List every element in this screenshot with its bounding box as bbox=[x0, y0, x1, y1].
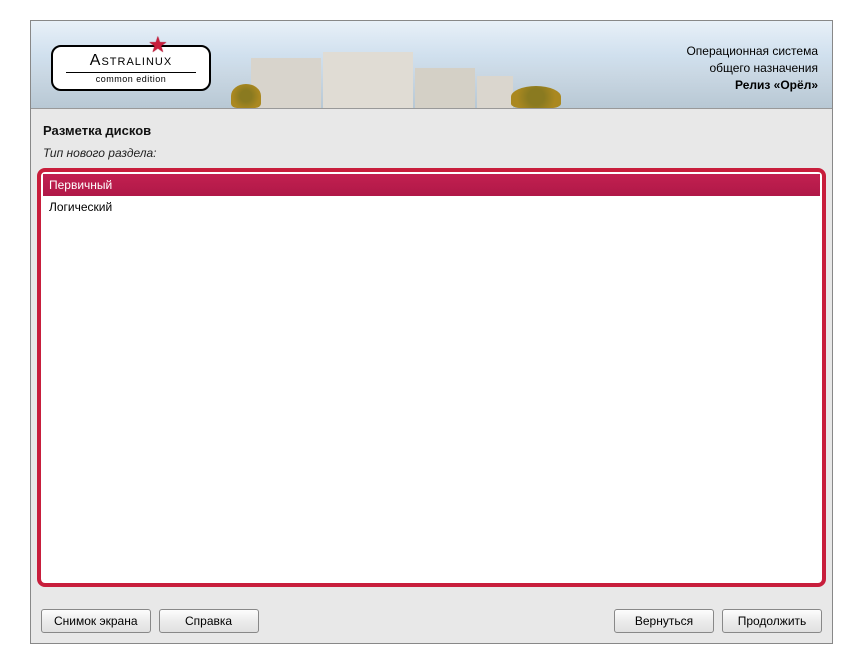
screenshot-button[interactable]: Снимок экрана bbox=[41, 609, 151, 633]
spacer bbox=[267, 609, 606, 633]
page-title: Разметка дисков bbox=[43, 123, 820, 138]
banner-line1: Операционная система bbox=[686, 43, 818, 60]
continue-button[interactable]: Продолжить bbox=[722, 609, 822, 633]
list-filler bbox=[43, 218, 820, 581]
logo-edition: common edition bbox=[66, 72, 196, 84]
astralinux-logo: ★ Astralinux common edition bbox=[51, 45, 211, 91]
banner: ★ Astralinux common edition Операционная… bbox=[31, 21, 832, 109]
option-logical[interactable]: Логический bbox=[43, 196, 820, 218]
partition-type-list: Первичный Логический bbox=[37, 168, 826, 587]
installer-window: ★ Astralinux common edition Операционная… bbox=[30, 20, 833, 644]
button-bar: Снимок экрана Справка Вернуться Продолжи… bbox=[31, 603, 832, 643]
banner-line3: Релиз «Орёл» bbox=[686, 77, 818, 94]
city-skyline bbox=[231, 48, 532, 108]
back-button[interactable]: Вернуться bbox=[614, 609, 714, 633]
banner-line2: общего назначения bbox=[686, 60, 818, 77]
star-icon: ★ bbox=[148, 32, 168, 58]
content-area: Разметка дисков Тип нового раздела: Перв… bbox=[31, 109, 832, 603]
option-primary[interactable]: Первичный bbox=[43, 174, 820, 196]
help-button[interactable]: Справка bbox=[159, 609, 259, 633]
banner-text: Операционная система общего назначения Р… bbox=[686, 43, 818, 93]
prompt-label: Тип нового раздела: bbox=[43, 146, 820, 160]
